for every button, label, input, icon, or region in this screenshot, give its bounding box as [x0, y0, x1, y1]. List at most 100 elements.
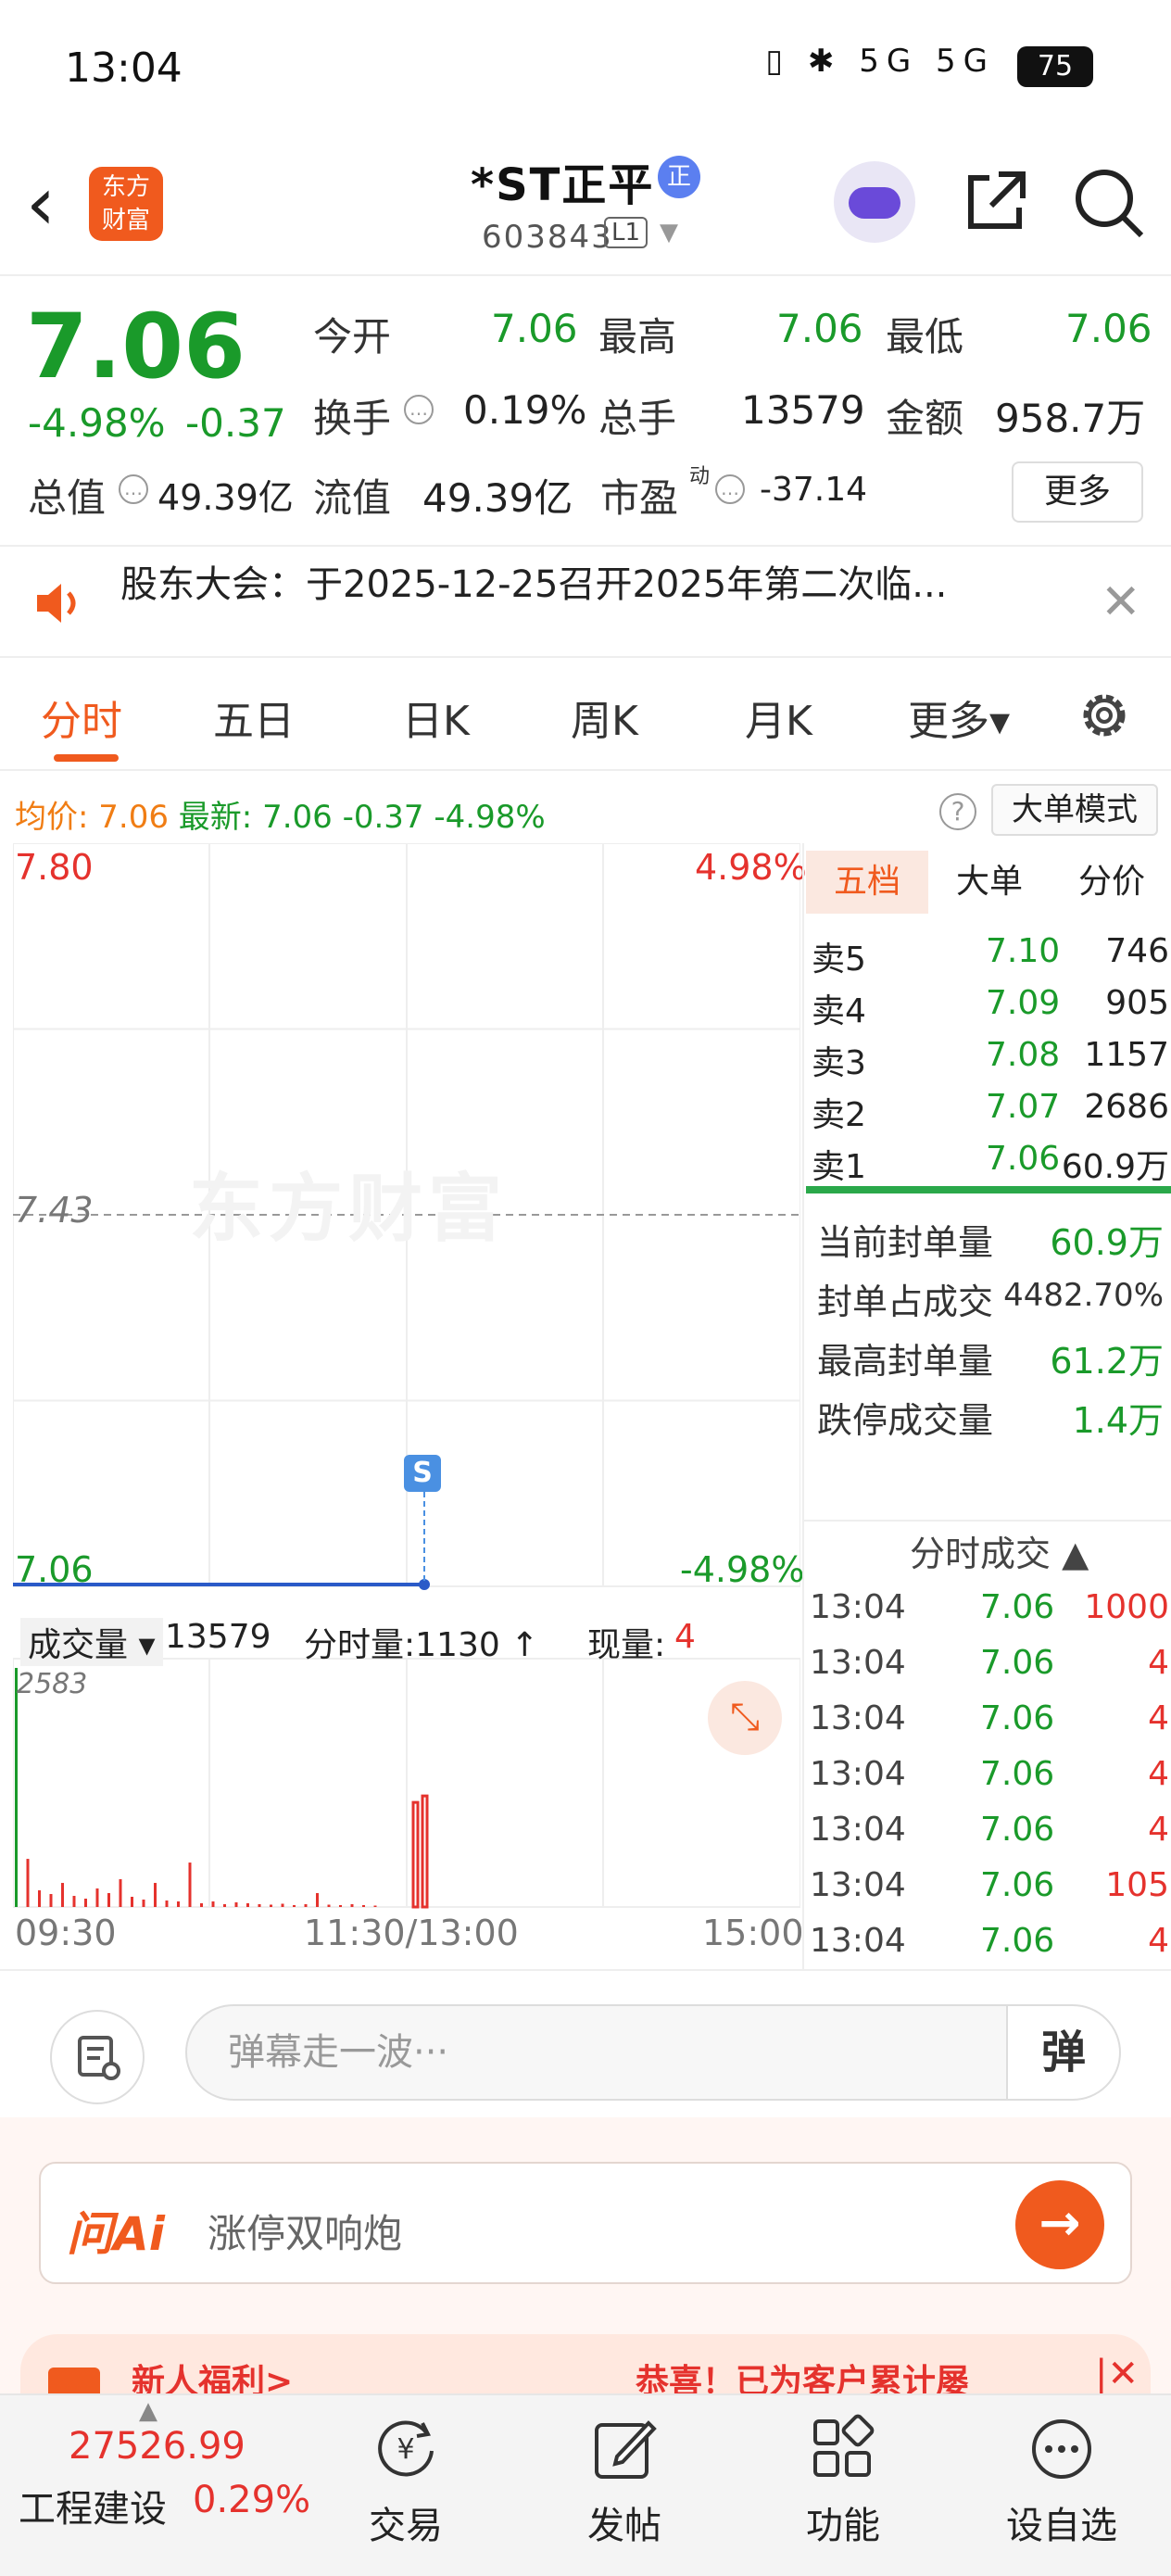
tab-big-orders[interactable]: 大单	[928, 851, 1051, 914]
help-icon[interactable]: ?	[939, 793, 976, 830]
tab-weekly-k[interactable]: 周K	[571, 688, 638, 747]
open-value: 7.06	[491, 306, 578, 351]
volume-bar	[200, 1903, 203, 1907]
ai-robot-icon[interactable]	[834, 161, 915, 243]
volume-bar	[131, 1897, 133, 1907]
mktcap-value: 49.39亿	[157, 477, 294, 518]
trade-time: 13:04	[810, 1644, 906, 1682]
turnover-label: 换手	[313, 396, 392, 441]
share-icon[interactable]	[958, 165, 1032, 239]
tab-more[interactable]: 更多▾	[908, 688, 1010, 747]
ai-ask-box[interactable]: 问Ai 涨停双响炮 →	[39, 2162, 1132, 2284]
nav-post[interactable]: 发帖	[560, 2414, 689, 2549]
promo-strip[interactable]: 新人福利> 恭喜！已为客户累计屡 |✕	[0, 2321, 1171, 2393]
ask-row[interactable]: 卖1 7.06 60.9万	[804, 1134, 1171, 1186]
tab-five-day[interactable]: 五日	[213, 688, 295, 747]
level-badge[interactable]: L1	[604, 217, 648, 248]
intraday-chart[interactable]: 东方财富 7.80 4.98% 7.43 7.06 -4.98% S 成交量 ▾…	[13, 843, 807, 1969]
ask-row[interactable]: 卖2 7.07 2686	[804, 1082, 1171, 1134]
float-value: 49.39亿	[422, 475, 573, 521]
promo-left-text[interactable]: 新人福利>	[132, 2355, 293, 2393]
comment-settings-icon[interactable]	[50, 2010, 145, 2104]
latest-value: 7.06	[262, 799, 333, 836]
trade-price: 7.06	[980, 1811, 1055, 1849]
big-order-mode-button[interactable]: 大单模式	[991, 784, 1158, 836]
tab-five-levels[interactable]: 五档	[806, 851, 928, 914]
tab-price-distribution[interactable]: 分价	[1051, 851, 1171, 914]
volume-bar	[362, 1905, 365, 1907]
volume-bar	[119, 1879, 122, 1907]
pe-info-icon[interactable]: …	[715, 474, 745, 504]
nav-functions[interactable]: 功能	[778, 2414, 908, 2549]
speaker-icon	[37, 584, 76, 623]
ai-prompt: 涨停双响炮	[208, 2211, 403, 2256]
bottom-nav: ▲ 27526.99 工程建设 0.29% ¥ 交易 发帖 功能 设自选	[0, 2393, 1171, 2576]
danmu-button[interactable]: 弹	[1006, 2004, 1121, 2101]
notice-text: 股东大会：于2025-12-25召开2025年第二次临...	[120, 563, 948, 606]
turnover-info-icon[interactable]: …	[404, 395, 434, 424]
index-value[interactable]: 27526.99	[69, 2425, 246, 2468]
ai-ask-section: 问Ai 涨停双响炮 →	[0, 2117, 1171, 2321]
trades-header[interactable]: 分时成交 ▲	[910, 1525, 1089, 1576]
tab-monthly-k[interactable]: 月K	[745, 688, 812, 747]
expand-icon[interactable]: ⤡	[708, 1681, 782, 1755]
pe-value: -37.14	[760, 471, 868, 509]
high-label: 最高	[598, 314, 677, 360]
index-percent: 0.29%	[193, 2479, 311, 2521]
ask-row[interactable]: 卖4 7.09 905	[804, 979, 1171, 1030]
more-button[interactable]: 更多	[1012, 461, 1143, 523]
ask-row[interactable]: 卖5 7.10 746	[804, 927, 1171, 979]
trade-price: 7.06	[980, 1644, 1055, 1682]
notice-bar[interactable]: 股东大会：于2025-12-25召开2025年第二次临... ✕	[0, 547, 1171, 658]
turnover-value: 0.19%	[463, 387, 587, 433]
tab-intraday[interactable]: 分时	[41, 688, 122, 747]
current-volume-value: 4	[674, 1618, 696, 1656]
ask-price: 7.07	[986, 1088, 1061, 1126]
ask-row[interactable]: 卖3 7.08 1157	[804, 1030, 1171, 1082]
volume-bar	[339, 1905, 342, 1907]
latest-percent: -4.98%	[434, 799, 546, 836]
index-name[interactable]: 工程建设	[19, 2479, 167, 2532]
trade-volume: 4	[1148, 1699, 1169, 1737]
app-logo[interactable]: 东方 财富	[89, 167, 163, 241]
trade-price: 7.06	[980, 1588, 1055, 1626]
edit-icon	[595, 2420, 657, 2479]
chevron-up-icon[interactable]: ▲	[139, 2397, 157, 2425]
divider	[804, 1520, 1171, 1522]
seal-value: 4482.70%	[1003, 1277, 1164, 1314]
order-book: 五档 大单 分价 卖5 7.10 746 卖4 7.09 905 卖3 7.08 1157 卖2 7…	[802, 843, 1171, 1969]
nav-watchlist[interactable]: 设自选	[997, 2414, 1127, 2549]
mktcap-info-icon[interactable]: …	[119, 474, 148, 504]
tab-daily-k[interactable]: 日K	[402, 688, 470, 747]
nav-trade[interactable]: ¥ 交易	[341, 2414, 471, 2549]
ai-logo: 问Ai	[67, 2207, 165, 2261]
search-icon[interactable]	[1069, 163, 1147, 241]
active-tab-indicator	[54, 754, 119, 762]
status-bar: 13:04 ▯ ✱ 5G 5G 75	[0, 0, 1171, 139]
trade-volume: 4	[1148, 1811, 1169, 1849]
ask-volume: 746	[1105, 932, 1169, 970]
danmu-input[interactable]: 弹幕走一波···	[185, 2004, 1008, 2101]
y-top-pct-label: 4.98%	[695, 847, 807, 888]
more-dots-icon	[1032, 2419, 1091, 2479]
latest-change: -0.37	[342, 799, 424, 836]
stock-code[interactable]: 603843	[482, 219, 613, 256]
volume-bar	[211, 1901, 215, 1907]
amount-label: 金额	[886, 396, 964, 441]
s-marker[interactable]: S	[404, 1455, 441, 1492]
gear-icon[interactable]	[1075, 686, 1134, 745]
promo-close-icon[interactable]: |✕	[1095, 2353, 1139, 2393]
volume-bar	[421, 1794, 429, 1909]
pe-superscript: 动	[689, 465, 711, 488]
trade-volume: 4	[1148, 1755, 1169, 1793]
volume-selector[interactable]: 成交量 ▾	[20, 1618, 163, 1666]
chevron-down-icon[interactable]: ▼	[660, 219, 678, 246]
back-button[interactable]: ‹	[26, 167, 56, 241]
ask-label: 卖5	[812, 941, 866, 979]
close-icon[interactable]: ✕	[1101, 578, 1141, 626]
amount-value: 958.7万	[995, 396, 1146, 441]
ask-volume: 2686	[1084, 1088, 1169, 1126]
trade-row: 13:04 7.06 4	[804, 1807, 1171, 1863]
ask-price: 7.10	[986, 932, 1061, 970]
arrow-right-icon[interactable]: →	[1015, 2180, 1104, 2269]
